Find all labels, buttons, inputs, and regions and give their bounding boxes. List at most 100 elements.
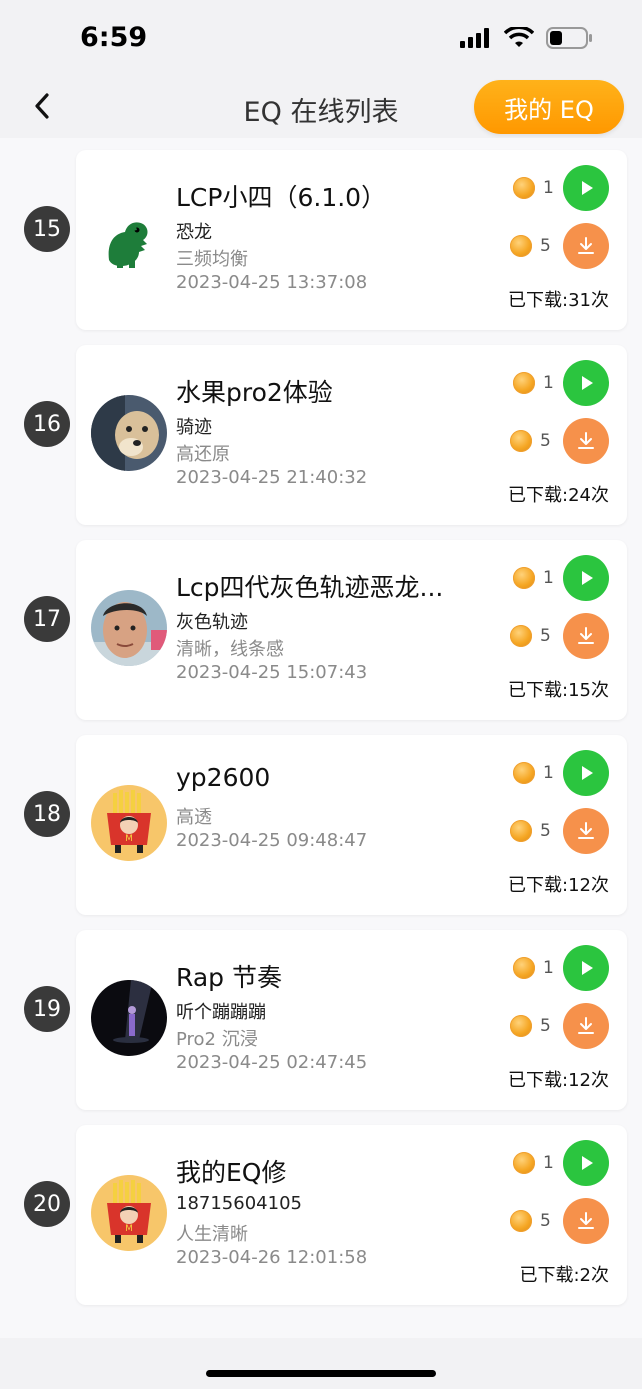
download-count: 已下载:12次: [508, 1070, 609, 1091]
download-button[interactable]: [563, 418, 609, 464]
eq-list-row: 19 Rap 节奏 听个蹦蹦蹦 Pro2 沉浸 2023-04-25 02:47…: [0, 918, 642, 1110]
eq-card[interactable]: M 我的EQ修 18715604105 人生清晰 2023-04-26 12:0…: [76, 1125, 627, 1305]
download-cost: 5: [510, 235, 551, 257]
download-cost-value: 5: [540, 236, 551, 256]
fries-character-avatar-icon: M: [91, 1175, 167, 1251]
person-photo-avatar-icon: [91, 590, 167, 666]
coin-icon: [510, 1015, 532, 1037]
eq-card[interactable]: Lcp四代灰色轨迹恶龙... 灰色轨迹 清晰，线条感 2023-04-25 15…: [76, 540, 627, 720]
download-cost: 5: [510, 430, 551, 452]
rank-badge: 19: [24, 986, 70, 1032]
eq-description: 人生清晰: [176, 1224, 248, 1245]
download-count: 已下载:24次: [508, 485, 609, 506]
eq-date: 2023-04-26 12:01:58: [176, 1247, 368, 1268]
download-icon: [578, 432, 594, 449]
eq-title: yp2600: [176, 763, 271, 792]
dinosaur-avatar-icon: [91, 200, 167, 276]
download-cost-value: 5: [540, 1016, 551, 1036]
eq-card[interactable]: LCP小四（6.1.0） 恐龙 三频均衡 2023-04-25 13:37:08…: [76, 150, 627, 330]
download-cost: 5: [510, 625, 551, 647]
play-button[interactable]: [563, 555, 609, 601]
svg-text:M: M: [125, 834, 133, 844]
eq-title: 水果pro2体验: [176, 378, 333, 407]
eq-author: 恐龙: [176, 222, 212, 243]
battery-icon: [546, 27, 592, 49]
eq-card[interactable]: Rap 节奏 听个蹦蹦蹦 Pro2 沉浸 2023-04-25 02:47:45…: [76, 930, 627, 1110]
play-cost: 1: [513, 762, 554, 784]
signal-icon: [460, 28, 489, 48]
coin-icon: [510, 820, 532, 842]
eq-description: 高透: [176, 807, 212, 828]
wifi-icon: [504, 27, 534, 47]
play-button[interactable]: [563, 165, 609, 211]
download-cost: 5: [510, 1210, 551, 1232]
eq-author: 18715604105: [176, 1193, 302, 1214]
download-cost-value: 5: [540, 821, 551, 841]
eq-card[interactable]: 水果pro2体验 骑迹 高还原 2023-04-25 21:40:32 1 5 …: [76, 345, 627, 525]
eq-author: 听个蹦蹦蹦: [176, 1002, 266, 1023]
rank-badge: 18: [24, 791, 70, 837]
download-button[interactable]: [563, 808, 609, 854]
play-icon: [582, 571, 593, 585]
play-cost-value: 1: [543, 763, 554, 783]
eq-list-row: 18 M yp2600 高透 2023-04-25 09:48:47 1 5 已…: [0, 723, 642, 915]
play-icon: [582, 181, 593, 195]
eq-author: 骑迹: [176, 417, 212, 438]
download-button[interactable]: [563, 223, 609, 269]
dog-photo-avatar-icon: [91, 395, 167, 471]
eq-list-row: 15 LCP小四（6.1.0） 恐龙 三频均衡 2023-04-25 13:37…: [0, 138, 642, 330]
coin-icon: [510, 625, 532, 647]
coin-icon: [510, 1210, 532, 1232]
eq-date: 2023-04-25 02:47:45: [176, 1052, 368, 1073]
play-cost-value: 1: [543, 178, 554, 198]
eq-list-row: 17 Lcp四代灰色轨迹恶龙... 灰色轨迹 清晰，线条感 2023-04-25…: [0, 528, 642, 720]
my-eq-button[interactable]: 我的 EQ: [474, 80, 624, 134]
play-icon: [582, 766, 593, 780]
eq-title: Rap 节奏: [176, 963, 282, 992]
coin-icon: [510, 430, 532, 452]
eq-date: 2023-04-25 15:07:43: [176, 662, 368, 683]
status-icons: [460, 26, 594, 50]
coin-icon: [513, 762, 535, 784]
coin-icon: [513, 372, 535, 394]
download-button[interactable]: [563, 613, 609, 659]
fries-character-avatar-icon: M: [91, 785, 167, 861]
play-button[interactable]: [563, 1140, 609, 1186]
play-cost: 1: [513, 177, 554, 199]
play-cost: 1: [513, 1152, 554, 1174]
download-cost-value: 5: [540, 1211, 551, 1231]
rank-badge: 20: [24, 1181, 70, 1227]
play-icon: [582, 376, 593, 390]
play-cost-value: 1: [543, 1153, 554, 1173]
svg-text:M: M: [125, 1224, 133, 1234]
rank-badge: 15: [24, 206, 70, 252]
play-button[interactable]: [563, 945, 609, 991]
coin-icon: [513, 1152, 535, 1174]
eq-title: 我的EQ修: [176, 1158, 287, 1187]
home-indicator[interactable]: [206, 1370, 436, 1377]
eq-title: LCP小四（6.1.0）: [176, 183, 387, 212]
eq-date: 2023-04-25 13:37:08: [176, 272, 368, 293]
play-cost: 1: [513, 567, 554, 589]
play-button[interactable]: [563, 750, 609, 796]
download-count: 已下载:12次: [508, 875, 609, 896]
download-cost-value: 5: [540, 626, 551, 646]
download-count: 已下载:15次: [508, 680, 609, 701]
play-cost-value: 1: [543, 958, 554, 978]
download-button[interactable]: [563, 1198, 609, 1244]
download-button[interactable]: [563, 1003, 609, 1049]
play-button[interactable]: [563, 360, 609, 406]
coin-icon: [513, 567, 535, 589]
eq-date: 2023-04-25 09:48:47: [176, 830, 368, 851]
rank-badge: 16: [24, 401, 70, 447]
eq-card[interactable]: M yp2600 高透 2023-04-25 09:48:47 1 5 已下载:…: [76, 735, 627, 915]
coin-icon: [513, 177, 535, 199]
eq-description: 清晰，线条感: [176, 639, 284, 660]
download-cost-value: 5: [540, 431, 551, 451]
play-cost: 1: [513, 372, 554, 394]
download-icon: [578, 822, 594, 839]
download-icon: [578, 1017, 594, 1034]
eq-description: 三频均衡: [176, 249, 248, 270]
eq-description: Pro2 沉浸: [176, 1029, 258, 1050]
eq-date: 2023-04-25 21:40:32: [176, 467, 368, 488]
